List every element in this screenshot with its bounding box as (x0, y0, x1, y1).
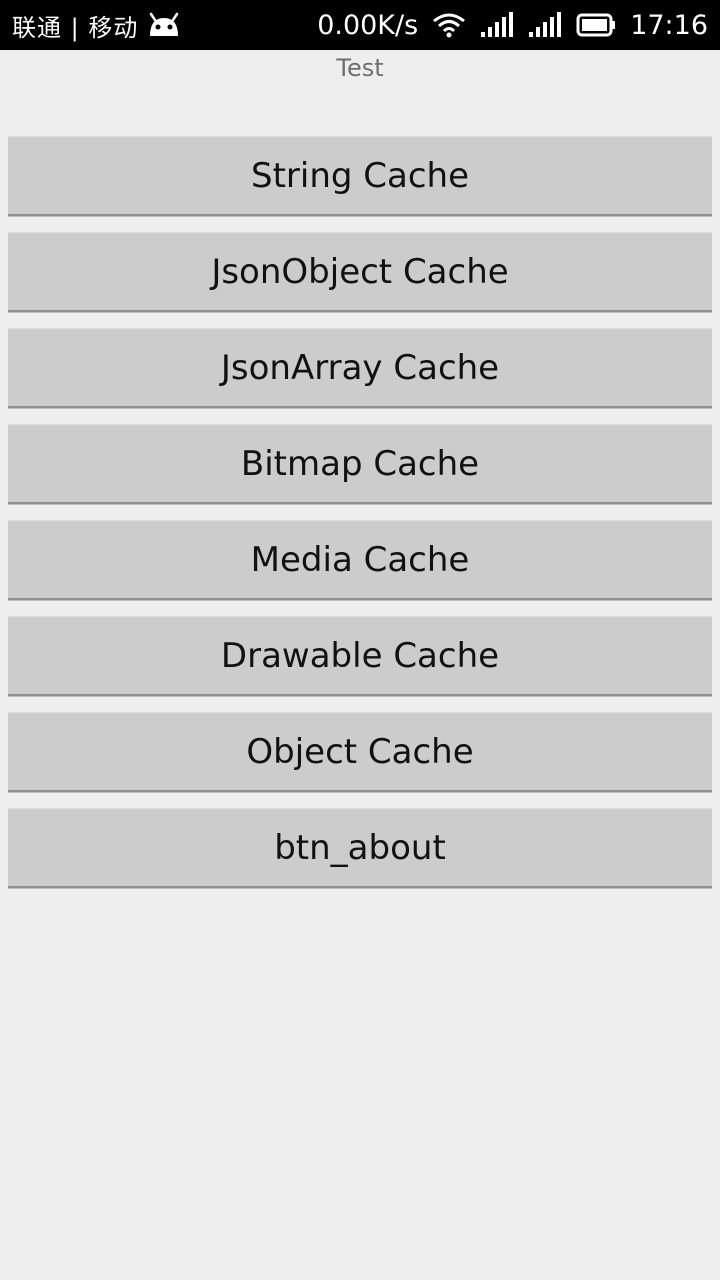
about-button[interactable]: btn_about (8, 808, 712, 888)
android-icon (150, 12, 179, 36)
button-list: String Cache JsonObject Cache JsonArray … (8, 136, 712, 904)
jsonarray-cache-button[interactable]: JsonArray Cache (8, 328, 712, 408)
clock: 17:16 (630, 9, 708, 41)
jsonobject-cache-button[interactable]: JsonObject Cache (8, 232, 712, 312)
status-left: 联通 | 移动 (12, 8, 182, 43)
page-title: Test (336, 54, 384, 82)
bitmap-cache-button[interactable]: Bitmap Cache (8, 424, 712, 504)
string-cache-button[interactable]: String Cache (8, 136, 712, 216)
carrier-label: 联通 | 移动 (12, 13, 139, 42)
wifi-icon (433, 13, 466, 38)
signal-icon (481, 12, 514, 37)
object-cache-button[interactable]: Object Cache (8, 712, 712, 792)
signal-icon (529, 12, 562, 37)
net-speed: 0.00K/s (317, 9, 419, 41)
status-right: 0.00K/s 17:16 (317, 10, 708, 41)
status-bar: 联通 | 移动 0.00K/s 17:16 (0, 0, 720, 50)
drawable-cache-button[interactable]: Drawable Cache (8, 616, 712, 696)
media-cache-button[interactable]: Media Cache (8, 520, 712, 600)
battery-icon (576, 13, 616, 37)
